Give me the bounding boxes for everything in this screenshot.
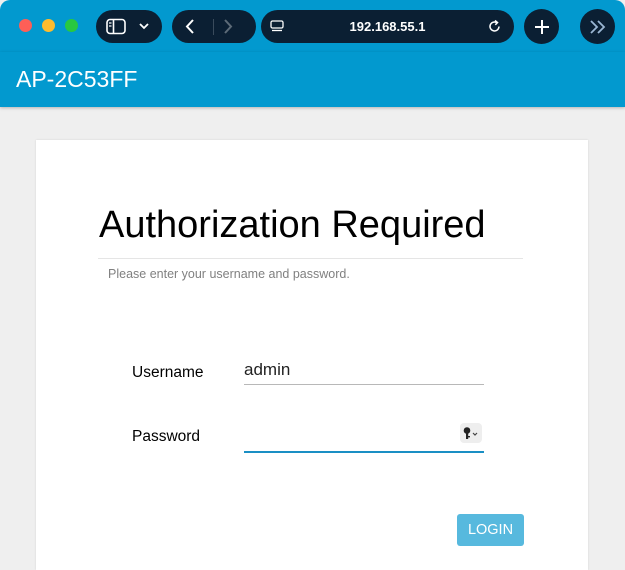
- forward-icon[interactable]: [222, 18, 234, 35]
- close-window-button[interactable]: [19, 19, 32, 32]
- login-instructions: Please enter your username and password.: [108, 267, 350, 281]
- sidebar-icon: [106, 18, 126, 35]
- password-label: Password: [132, 428, 201, 445]
- password-autofill-button[interactable]: [460, 423, 482, 443]
- minimize-window-button[interactable]: [42, 19, 55, 32]
- browser-toolbar: 192.168.55.1: [0, 0, 625, 52]
- heading-divider: [98, 258, 523, 259]
- key-icon: [463, 427, 478, 439]
- double-chevron-icon: [589, 19, 605, 34]
- nav-divider: [213, 19, 214, 35]
- plus-icon: [534, 19, 549, 34]
- username-label: Username: [132, 364, 204, 381]
- more-toolbar-button[interactable]: [580, 9, 615, 44]
- address-bar[interactable]: 192.168.55.1: [261, 10, 514, 43]
- page-heading: Authorization Required: [99, 204, 486, 246]
- login-card: Authorization Required Please enter your…: [36, 140, 588, 570]
- username-field[interactable]: [244, 356, 484, 385]
- address-text[interactable]: 192.168.55.1: [350, 19, 426, 34]
- app-header: AP-2C53FF: [0, 52, 625, 107]
- password-field[interactable]: [244, 423, 484, 453]
- reload-icon[interactable]: [487, 19, 502, 34]
- sidebar-toggle-button[interactable]: [96, 10, 162, 43]
- navigation-buttons: [172, 10, 256, 43]
- page-icon: [270, 20, 284, 32]
- zoom-window-button[interactable]: [65, 19, 78, 32]
- chevron-down-icon[interactable]: [139, 22, 149, 30]
- login-button[interactable]: LOGIN: [457, 514, 524, 546]
- new-tab-button[interactable]: [524, 9, 559, 44]
- app-title[interactable]: AP-2C53FF: [16, 66, 137, 93]
- back-icon[interactable]: [184, 18, 196, 35]
